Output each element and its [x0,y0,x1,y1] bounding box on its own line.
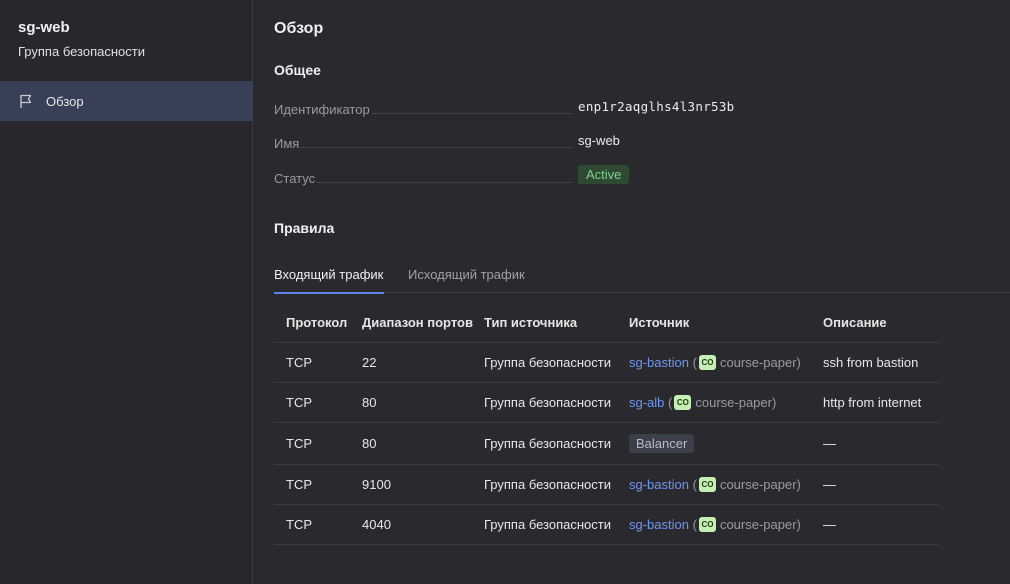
cell-protocol: TCP [286,517,312,532]
paren-open: ( [688,517,697,532]
folder-badge-icon: CO [698,477,716,492]
cell-source-type: Группа безопасности [484,436,611,451]
source-link[interactable]: sg-bastion [629,517,689,532]
status-badge: Active [578,165,630,184]
folder-name: course-paper [695,395,772,410]
table-row: TCP 80 Группа безопасности Balancer — [274,423,939,465]
cell-source-type: Группа безопасности [484,395,611,410]
folder-badge-icon: CO [698,517,716,532]
folder-name: course-paper [719,477,797,492]
paren-close: ) [796,477,801,492]
cell-source: sg-bastion (CO course-paper) [629,465,801,504]
cell-ports: 80 [362,436,377,451]
cell-protocol: TCP [286,477,312,492]
cell-source-type: Группа безопасности [484,517,611,532]
table-header: Протокол Диапазон портов Тип источника И… [274,302,939,343]
table-row: TCP 80 Группа безопасности sg-alb (CO cou… [274,383,939,423]
cell-protocol: TCP [286,395,312,410]
paren-open: ( [664,395,673,410]
source-tag: Balancer [629,434,695,453]
dotted-leader [317,182,572,183]
cell-description: ssh from bastion [823,355,919,370]
resource-type: Группа безопасности [18,44,145,59]
tab-egress[interactable]: Исходящий трафик [408,267,525,282]
paren-close: ) [796,517,801,532]
source-link[interactable]: sg-alb [629,395,664,410]
folder-name: course-paper [719,517,797,532]
main-content: Обзор Общее Идентификатор enp1r2aqglhs4l… [254,0,1010,584]
property-status-label: Статус [274,171,316,186]
cell-source-type: Группа безопасности [484,355,611,370]
source-link[interactable]: sg-bastion [629,477,689,492]
cell-description: http from internet [823,395,922,410]
property-status: Статус Active [274,165,734,188]
traffic-tabs: Входящий трафик Исходящий трафик [274,264,1010,294]
column-header-description: Описание [823,314,887,330]
sidebar-item-label: Обзор [46,93,84,109]
cell-source: sg-bastion (CO course-paper) [629,505,801,544]
flag-icon [18,93,34,109]
section-rules-title: Правила [274,220,335,236]
sidebar: sg-web Группа безопасности Обзор [0,0,253,584]
cell-source: Balancer [629,423,695,464]
folder-badge-icon: CO [674,395,692,410]
column-header-protocol: Протокол [286,314,348,330]
table-row: TCP 9100 Группа безопасности sg-bastion … [274,465,939,505]
table-row: TCP 4040 Группа безопасности sg-bastion … [274,505,939,545]
source-link[interactable]: sg-bastion [629,355,689,370]
dotted-leader [371,113,572,114]
cell-ports: 4040 [362,517,391,532]
rules-table: Протокол Диапазон портов Тип источника И… [274,302,939,545]
cell-description: — [823,436,836,451]
property-id-label: Идентификатор [274,102,370,117]
cell-source: sg-alb (CO course-paper) [629,383,776,422]
paren-open: ( [688,477,697,492]
column-header-source-type: Тип источника [484,314,578,330]
cell-protocol: TCP [286,355,312,370]
property-name-label: Имя [274,136,300,151]
property-name-value: sg-web [578,133,620,148]
property-id: Идентификатор enp1r2aqglhs4l3nr53b [274,99,734,119]
paren-open: ( [688,355,697,370]
cell-ports: 9100 [362,477,391,492]
section-general-title: Общее [274,62,321,78]
column-header-ports: Диапазон портов [362,314,473,330]
cell-ports: 22 [362,355,377,370]
table-row: TCP 22 Группа безопасности sg-bastion (C… [274,343,939,383]
paren-close: ) [796,355,801,370]
column-header-source: Источник [629,314,690,330]
folder-badge-icon: CO [698,355,716,370]
paren-close: ) [771,395,777,410]
cell-description: — [823,477,836,492]
page-title: Обзор [274,20,324,37]
property-id-value[interactable]: enp1r2aqglhs4l3nr53b [578,99,735,114]
cell-source-type: Группа безопасности [484,477,611,492]
folder-name: course-paper [719,355,797,370]
cell-protocol: TCP [286,436,312,451]
property-name: Имя sg-web [274,133,734,153]
cell-ports: 80 [362,395,377,410]
resource-name: sg-web [18,19,70,36]
sidebar-item-overview[interactable]: Обзор [0,81,253,121]
tab-ingress[interactable]: Входящий трафик [274,267,385,294]
dotted-leader [301,147,572,148]
cell-source: sg-bastion (CO course-paper) [629,343,801,382]
cell-description: — [823,517,836,532]
